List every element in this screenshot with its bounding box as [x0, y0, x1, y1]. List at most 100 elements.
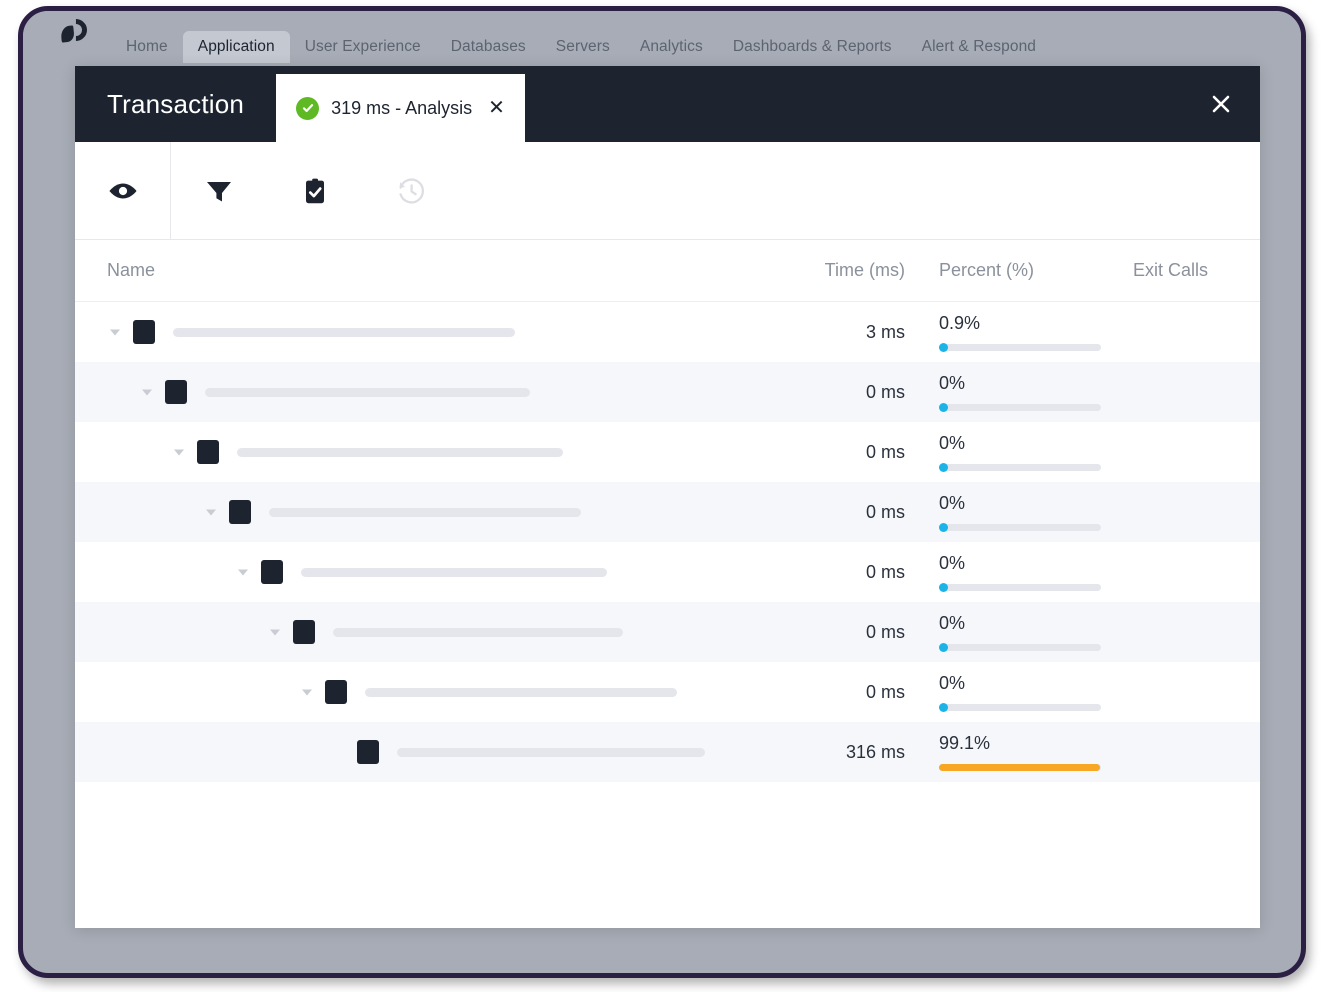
view-eye-button[interactable] — [75, 141, 171, 240]
table-row[interactable]: 0 ms 0% — [75, 542, 1260, 602]
tab-analysis[interactable]: 319 ms - Analysis ✕ — [276, 74, 525, 142]
percent-bar-marker — [939, 643, 948, 652]
percent-bar-marker — [939, 343, 948, 352]
percent-bar-marker — [939, 523, 948, 532]
call-graph-table: Name Time (ms) Percent (%) Exit Calls 3 … — [75, 240, 1260, 782]
cell-time: 0 ms — [865, 501, 905, 522]
redacted-name-placeholder — [333, 627, 623, 637]
node-type-icon[interactable] — [165, 380, 187, 404]
chevron-down-icon[interactable] — [139, 384, 155, 400]
cell-name — [75, 380, 705, 404]
appdynamics-logo-icon[interactable] — [53, 14, 99, 57]
percent-bar-track — [939, 463, 1101, 472]
table-row[interactable]: 0 ms 0% — [75, 602, 1260, 662]
column-header-exit-calls[interactable]: Exit Calls — [1110, 260, 1260, 281]
percent-bar-marker — [939, 463, 948, 472]
transaction-analysis-modal: Transaction 319 ms - Analysis ✕ Name Tim… — [75, 66, 1260, 928]
percent-label: 0% — [939, 613, 966, 633]
percent-label: 99.1% — [939, 733, 991, 753]
analysis-toolbar — [75, 141, 1260, 240]
clipboard-check-button[interactable] — [267, 142, 363, 240]
table-row[interactable]: 3 ms 0.9% — [75, 302, 1260, 362]
table-row[interactable]: 316 ms 99.1% — [75, 722, 1260, 782]
cell-percent: 0% — [905, 673, 1110, 712]
node-type-icon[interactable] — [325, 680, 347, 704]
modal-title: Transaction — [107, 88, 245, 119]
nav-item-dashboards-reports[interactable]: Dashboards & Reports — [718, 31, 907, 63]
tab-analysis-label: 319 ms - Analysis — [331, 97, 473, 118]
modal-titlebar: Transaction 319 ms - Analysis ✕ — [75, 66, 1260, 142]
modal-close-icon[interactable] — [1204, 87, 1238, 121]
node-type-icon[interactable] — [261, 560, 283, 584]
success-check-icon — [296, 96, 320, 120]
product-nav-items: Home Application User Experience Databases S… — [111, 11, 1051, 63]
cell-name — [75, 440, 705, 464]
tab-close-icon[interactable]: ✕ — [488, 98, 505, 118]
table-header-row: Name Time (ms) Percent (%) Exit Calls — [75, 240, 1260, 302]
percent-bar-track — [939, 764, 1101, 771]
percent-bar-track — [939, 583, 1101, 592]
column-header-percent[interactable]: Percent (%) — [905, 260, 1110, 281]
table-row[interactable]: 0 ms 0% — [75, 482, 1260, 542]
cell-name — [75, 500, 705, 524]
nav-item-servers[interactable]: Servers — [541, 31, 625, 63]
cell-time: 3 ms — [865, 321, 905, 342]
redacted-name-placeholder — [365, 687, 677, 697]
cell-percent: 99.1% — [905, 733, 1110, 771]
nav-item-alert-respond[interactable]: Alert & Respond — [907, 31, 1051, 63]
percent-bar-track — [939, 523, 1101, 532]
cell-time: 0 ms — [865, 681, 905, 702]
percent-bar-track — [939, 643, 1101, 652]
filter-funnel-button[interactable] — [171, 142, 267, 240]
percent-label: 0.9% — [939, 313, 981, 333]
cell-time: 316 ms — [845, 741, 905, 762]
history-clock-button[interactable] — [363, 142, 459, 240]
percent-label: 0% — [939, 673, 966, 693]
percent-bar-track — [939, 343, 1101, 352]
cell-percent: 0% — [905, 433, 1110, 472]
chevron-down-icon[interactable] — [235, 564, 251, 580]
view-eye-icon — [109, 183, 136, 198]
percent-label: 0% — [939, 373, 966, 393]
node-type-icon[interactable] — [133, 320, 155, 344]
chevron-down-icon[interactable] — [171, 444, 187, 460]
percent-bar-fill — [939, 764, 1100, 771]
chevron-down-icon[interactable] — [107, 324, 123, 340]
percent-bar-track — [939, 703, 1101, 712]
cell-name — [75, 560, 705, 584]
table-row[interactable]: 0 ms 0% — [75, 362, 1260, 422]
redacted-name-placeholder — [269, 507, 581, 517]
cell-time: 0 ms — [865, 381, 905, 402]
redacted-name-placeholder — [205, 387, 530, 397]
table-row[interactable]: 0 ms 0% — [75, 662, 1260, 722]
percent-bar-marker — [939, 583, 948, 592]
column-header-time[interactable]: Time (ms) — [705, 260, 905, 281]
cell-time: 0 ms — [865, 561, 905, 582]
percent-bar-marker — [939, 403, 948, 412]
product-nav: Home Application User Experience Databases S… — [23, 11, 1301, 63]
nav-item-user-experience[interactable]: User Experience — [290, 31, 436, 63]
node-type-icon[interactable] — [293, 620, 315, 644]
cell-percent: 0% — [905, 553, 1110, 592]
redacted-name-placeholder — [301, 567, 607, 577]
percent-label: 0% — [939, 553, 966, 573]
node-type-icon[interactable] — [229, 500, 251, 524]
chevron-down-icon[interactable] — [299, 684, 315, 700]
nav-item-home[interactable]: Home — [111, 31, 183, 63]
node-type-icon[interactable] — [197, 440, 219, 464]
device-frame: Home Application User Experience Databases S… — [18, 6, 1306, 978]
node-type-icon[interactable] — [357, 740, 379, 764]
redacted-name-placeholder — [173, 327, 515, 337]
chevron-down-icon[interactable] — [203, 504, 219, 520]
table-row[interactable]: 0 ms 0% — [75, 422, 1260, 482]
chevron-down-icon[interactable] — [267, 624, 283, 640]
cell-name — [75, 320, 705, 344]
cell-percent: 0% — [905, 613, 1110, 652]
cell-name — [75, 620, 705, 644]
redacted-name-placeholder — [237, 447, 563, 457]
column-header-name[interactable]: Name — [75, 260, 705, 281]
nav-item-application[interactable]: Application — [182, 31, 290, 63]
nav-item-analytics[interactable]: Analytics — [625, 31, 718, 63]
nav-item-databases[interactable]: Databases — [436, 31, 541, 63]
percent-bar-marker — [939, 703, 948, 712]
